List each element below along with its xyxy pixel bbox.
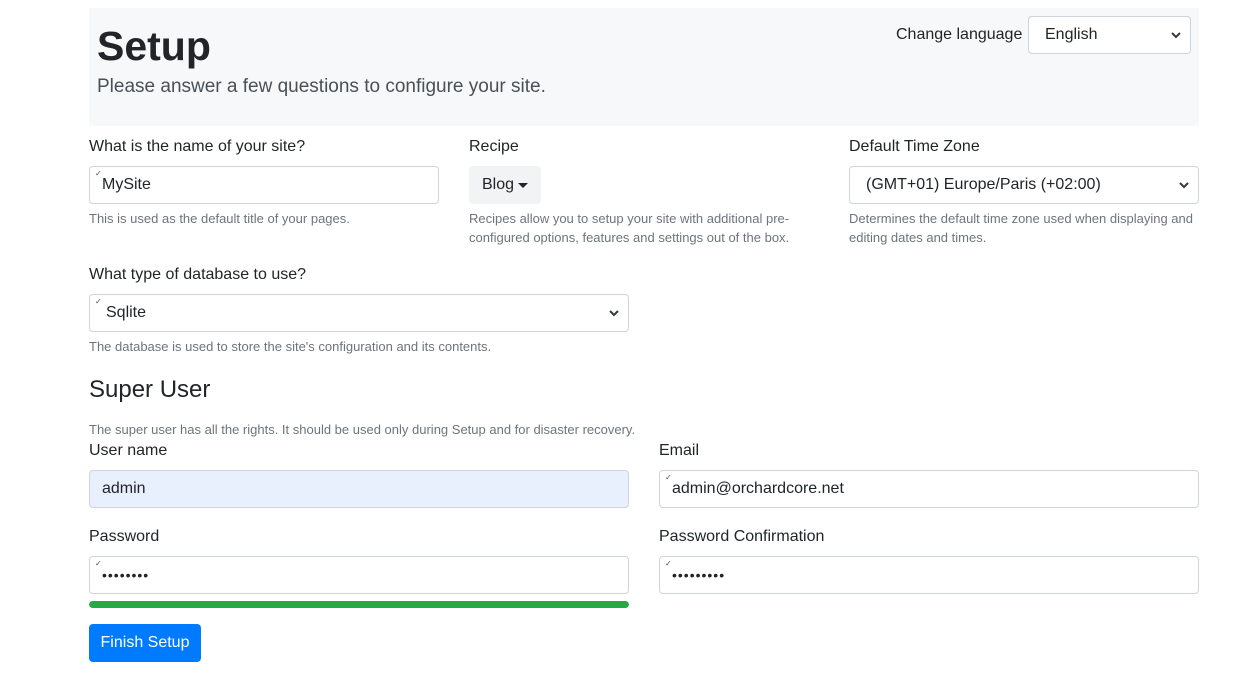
password-strength-meter bbox=[89, 601, 629, 608]
database-help: The database is used to store the site's… bbox=[89, 339, 492, 354]
caret-down-icon bbox=[518, 182, 529, 188]
password-value: •••••••• bbox=[102, 567, 150, 583]
password-strength-fill bbox=[89, 601, 629, 608]
recipe-dropdown-button[interactable]: Blog bbox=[469, 166, 541, 204]
email-value: admin@orchardcore.net bbox=[672, 480, 844, 497]
password-confirm-value: ••••••••• bbox=[672, 567, 726, 583]
page-title: Setup bbox=[97, 23, 211, 69]
recipe-value: Blog bbox=[481, 176, 515, 193]
recipe-help: Recipes allow you to setup your site wit… bbox=[469, 211, 790, 245]
autofill-check-icon: ✓ bbox=[95, 297, 102, 306]
username-value: admin bbox=[102, 480, 146, 497]
chevron-down-icon bbox=[1179, 182, 1189, 189]
site-name-label: What is the name of your site? bbox=[89, 138, 306, 155]
finish-setup-button[interactable]: Finish Setup bbox=[89, 624, 201, 662]
password-label: Password bbox=[89, 528, 160, 545]
super-user-help: The super user has all the rights. It sh… bbox=[89, 422, 636, 437]
change-language-label: Change language bbox=[896, 26, 1023, 43]
autofill-check-icon: ✓ bbox=[95, 559, 102, 568]
username-label: User name bbox=[89, 442, 168, 459]
username-input[interactable]: admin bbox=[89, 470, 629, 508]
chevron-down-icon bbox=[1171, 32, 1181, 39]
site-name-help: This is used as the default title of you… bbox=[89, 211, 350, 226]
language-select-value: English bbox=[1045, 26, 1098, 43]
timezone-select[interactable]: (GMT+01) Europe/Paris (+02:00) bbox=[849, 166, 1199, 204]
timezone-label: Default Time Zone bbox=[849, 138, 980, 155]
email-label: Email bbox=[659, 442, 700, 459]
email-input[interactable]: ✓ admin@orchardcore.net bbox=[659, 470, 1199, 508]
autofill-check-icon: ✓ bbox=[665, 473, 672, 482]
timezone-value: (GMT+01) Europe/Paris (+02:00) bbox=[866, 176, 1101, 193]
site-name-value: MySite bbox=[102, 176, 151, 193]
database-value: Sqlite bbox=[106, 304, 147, 321]
chevron-down-icon bbox=[609, 310, 619, 317]
password-confirm-input[interactable]: ✓ ••••••••• bbox=[659, 556, 1199, 594]
autofill-check-icon: ✓ bbox=[95, 169, 102, 178]
super-user-title: Super User bbox=[89, 376, 211, 403]
timezone-help: Determines the default time zone used wh… bbox=[849, 211, 1193, 245]
recipe-label: Recipe bbox=[469, 138, 519, 155]
database-label: What type of database to use? bbox=[89, 266, 307, 283]
setup-header: Setup Please answer a few questions to c… bbox=[89, 8, 1199, 126]
page-lead: Please answer a few questions to configu… bbox=[97, 76, 546, 97]
database-select[interactable]: ✓ Sqlite bbox=[89, 294, 629, 332]
password-confirm-label: Password Confirmation bbox=[659, 528, 825, 545]
autofill-check-icon: ✓ bbox=[665, 559, 672, 568]
language-select[interactable]: English bbox=[1028, 16, 1191, 54]
password-input[interactable]: ✓ •••••••• bbox=[89, 556, 629, 594]
site-name-input[interactable]: ✓ MySite bbox=[89, 166, 439, 204]
